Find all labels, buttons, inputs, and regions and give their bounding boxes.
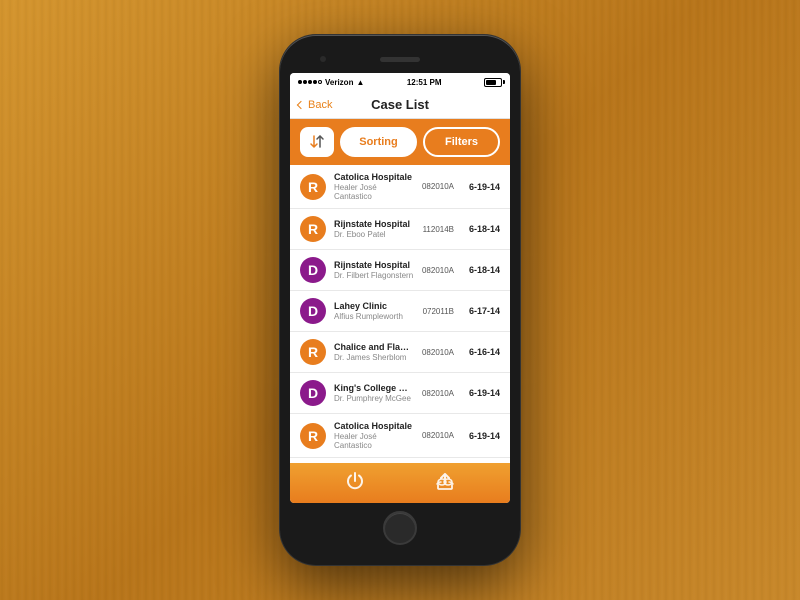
case-date: 6-17-14 — [468, 306, 500, 316]
power-button[interactable] — [345, 471, 365, 496]
sort-arrows-icon — [309, 134, 325, 150]
case-item[interactable]: D King's College Hospital Dr. Pumphrey M… — [290, 373, 510, 414]
signal-dots — [298, 80, 322, 84]
case-hospital: Lahey Clinic — [334, 301, 415, 311]
case-info: Rijnstate Hospital Dr. Filbert Flagonste… — [334, 260, 414, 280]
case-info: Rijnstate Hospital Dr. Eboo Patel — [334, 219, 415, 239]
case-date: 6-19-14 — [468, 431, 500, 441]
phone-device: Verizon ▲ 12:51 PM Back Case List — [280, 35, 520, 565]
phone-screen: Verizon ▲ 12:51 PM Back Case List — [290, 73, 510, 503]
signal-dot-4 — [313, 80, 317, 84]
case-code: 112014B — [423, 225, 454, 234]
case-doctor: Healer José Cantastico — [334, 183, 414, 201]
case-hospital: Catolica Hospitale — [334, 172, 414, 182]
case-badge: D — [300, 298, 326, 324]
case-hospital: Chalice and Flame Clinic — [334, 342, 414, 352]
chevron-left-icon — [297, 100, 305, 108]
case-item[interactable]: R Catolica Hospitale Healer José Cantast… — [290, 414, 510, 458]
phone-speaker — [380, 57, 420, 62]
carrier-name: Verizon — [325, 78, 353, 87]
case-badge: R — [300, 216, 326, 242]
case-info: Catolica Hospitale Healer José Cantastic… — [334, 421, 414, 450]
signal-dot-1 — [298, 80, 302, 84]
case-info: King's College Hospital Dr. Pumphrey McG… — [334, 383, 414, 403]
case-code: 072011B — [423, 307, 454, 316]
case-badge: R — [300, 174, 326, 200]
case-code: 082010A — [422, 389, 454, 398]
case-code: 082010A — [422, 431, 454, 440]
case-hospital: Rijnstate Hospital — [334, 219, 415, 229]
wifi-icon: ▲ — [356, 78, 364, 87]
phone-top-bar — [290, 45, 510, 73]
page-title: Case List — [371, 97, 429, 112]
case-hospital: King's College Hospital — [334, 383, 414, 393]
case-hospital: Rijnstate Hospital — [334, 260, 414, 270]
case-item[interactable]: R Catolica Hospitale Healer José Cantast… — [290, 165, 510, 209]
back-button[interactable]: Back — [298, 99, 332, 111]
case-date: 6-19-14 — [468, 388, 500, 398]
phone-bottom — [290, 503, 510, 553]
phone-camera — [320, 56, 326, 62]
case-info: Chalice and Flame Clinic Dr. James Sherb… — [334, 342, 414, 362]
nav-bar: Back Case List — [290, 91, 510, 119]
filters-button[interactable]: Filters — [423, 127, 500, 157]
signal-dot-5 — [318, 80, 322, 84]
case-badge: D — [300, 380, 326, 406]
case-item[interactable]: D Lahey Clinic Alfius Rumpleworth 072011… — [290, 291, 510, 332]
case-hospital: Catolica Hospitale — [334, 421, 414, 431]
home-button[interactable] — [383, 511, 417, 545]
case-item[interactable]: D Rijnstate Hospital Dr. Filbert Flagons… — [290, 250, 510, 291]
case-badge: R — [300, 423, 326, 449]
case-date: 6-18-14 — [468, 265, 500, 275]
case-doctor: Dr. James Sherblom — [334, 353, 414, 362]
case-date: 6-18-14 — [468, 224, 500, 234]
case-info: Lahey Clinic Alfius Rumpleworth — [334, 301, 415, 321]
case-date: 6-19-14 — [468, 182, 500, 192]
case-doctor: Healer José Cantastico — [334, 432, 414, 450]
sorting-button[interactable]: Sorting — [340, 127, 417, 157]
status-right — [484, 78, 502, 87]
status-left: Verizon ▲ — [298, 78, 364, 87]
case-list[interactable]: R Catolica Hospitale Healer José Cantast… — [290, 165, 510, 463]
sort-direction-button[interactable] — [300, 127, 334, 157]
case-item[interactable]: R Rijnstate Hospital Dr. Eboo Patel 1120… — [290, 209, 510, 250]
case-doctor: Dr. Pumphrey McGee — [334, 394, 414, 403]
status-bar: Verizon ▲ 12:51 PM — [290, 73, 510, 91]
case-badge: D — [300, 257, 326, 283]
case-info: Catolica Hospitale Healer José Cantastic… — [334, 172, 414, 201]
battery-fill — [486, 80, 496, 85]
case-code: 082010A — [422, 266, 454, 275]
bottom-bar — [290, 463, 510, 503]
case-doctor: Dr. Eboo Patel — [334, 230, 415, 239]
status-time: 12:51 PM — [407, 78, 442, 87]
case-date: 6-16-14 — [468, 347, 500, 357]
signal-dot-3 — [308, 80, 312, 84]
case-code: 082010A — [422, 182, 454, 191]
upload-button[interactable] — [434, 471, 456, 496]
toolbar: Sorting Filters — [290, 119, 510, 165]
battery-indicator — [484, 78, 502, 87]
case-code: 082010A — [422, 348, 454, 357]
back-label: Back — [308, 99, 332, 111]
case-item[interactable]: R Chalice and Flame Clinic Dr. James She… — [290, 332, 510, 373]
upload-icon — [434, 471, 456, 491]
case-badge: R — [300, 339, 326, 365]
case-doctor: Dr. Filbert Flagonstern — [334, 271, 414, 280]
power-icon — [345, 471, 365, 491]
signal-dot-2 — [303, 80, 307, 84]
case-doctor: Alfius Rumpleworth — [334, 312, 415, 321]
